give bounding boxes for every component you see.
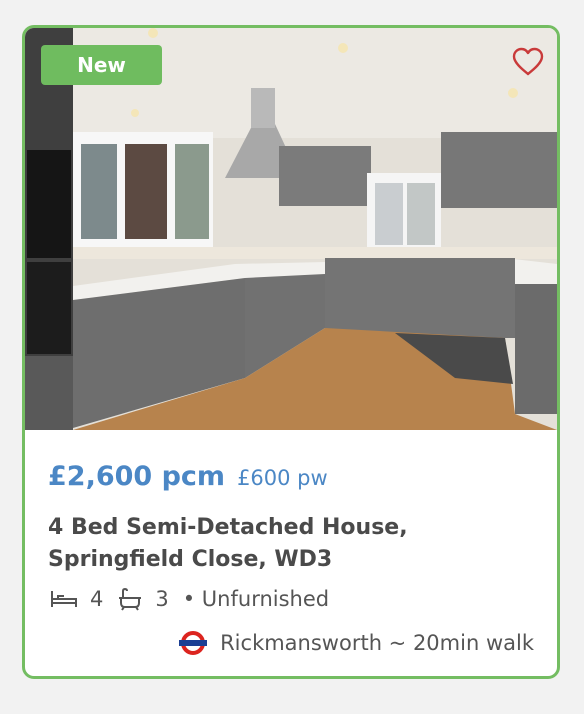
- property-title[interactable]: 4 Bed Semi-Detached House, Springfield C…: [48, 512, 528, 576]
- furnishing-status: • Unfurnished: [182, 587, 330, 611]
- heart-outline-icon: [512, 47, 544, 76]
- property-features: 4 3 • Unfurnished: [50, 585, 329, 613]
- underground-roundel-icon: [178, 630, 208, 656]
- bath-icon: [117, 587, 143, 611]
- bathroom-count: 3: [155, 587, 169, 611]
- property-card[interactable]: New £2,600 pcm £600 pw 4 Bed Semi-Detach…: [22, 25, 560, 679]
- bedroom-count: 4: [90, 587, 104, 611]
- favourite-button[interactable]: [509, 44, 547, 80]
- property-photo[interactable]: New: [25, 28, 557, 430]
- new-badge: New: [41, 45, 162, 85]
- price-row: £2,600 pcm £600 pw: [48, 461, 328, 492]
- title-line-1: 4 Bed Semi-Detached House,: [48, 515, 408, 540]
- station-label: Rickmansworth ~ 20min walk: [220, 631, 534, 655]
- monthly-price: £2,600 pcm: [48, 461, 226, 492]
- weekly-price: £600 pw: [237, 466, 328, 490]
- nearest-station: Rickmansworth ~ 20min walk: [178, 629, 534, 657]
- bed-icon: [50, 588, 78, 610]
- title-line-2: Springfield Close, WD3: [48, 547, 333, 572]
- kitchen-image: [25, 28, 557, 430]
